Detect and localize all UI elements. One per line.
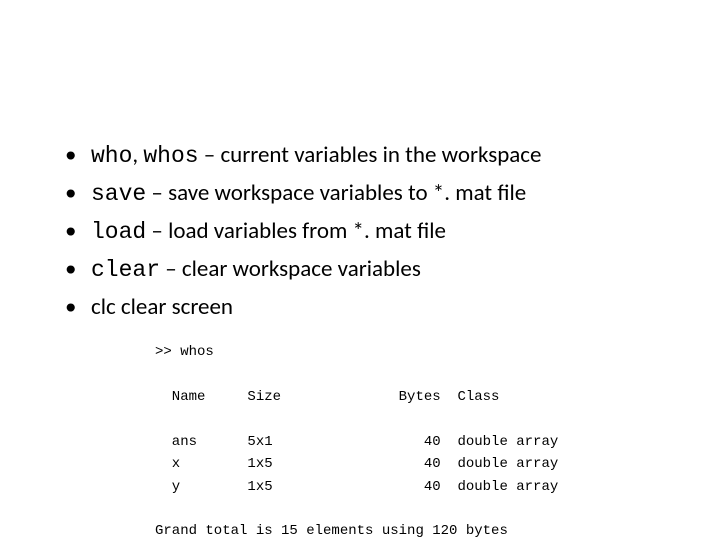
command-text: clear bbox=[91, 257, 160, 283]
bullet-item: clc clear screen bbox=[65, 292, 680, 323]
slide: who, whos – current variables in the wor… bbox=[0, 0, 720, 540]
command-text: save bbox=[91, 181, 146, 207]
bullet-description: – save workspace variables to *. mat fil… bbox=[146, 179, 526, 207]
bullet-description: – load variables from *. mat file bbox=[146, 217, 446, 245]
bullet-item: load – load variables from *. mat file bbox=[65, 216, 680, 248]
bullet-description: – clear workspace variables bbox=[160, 255, 421, 283]
bullet-item: save – save workspace variables to *. ma… bbox=[65, 178, 680, 210]
bullet-item: clear – clear workspace variables bbox=[65, 254, 680, 286]
terminal-output: >> whos Name Size Bytes Class ans 5x1 40… bbox=[155, 341, 680, 543]
bullet-list: who, whos – current variables in the wor… bbox=[65, 140, 680, 323]
bullet-description: clc clear screen bbox=[91, 293, 233, 321]
bullet-item: who, whos – current variables in the wor… bbox=[65, 140, 680, 172]
separator: , bbox=[132, 141, 143, 169]
command-text: load bbox=[91, 219, 146, 245]
command-text: who bbox=[91, 143, 132, 169]
command-text: whos bbox=[143, 143, 198, 169]
bullet-description: – current variables in the workspace bbox=[199, 141, 542, 169]
